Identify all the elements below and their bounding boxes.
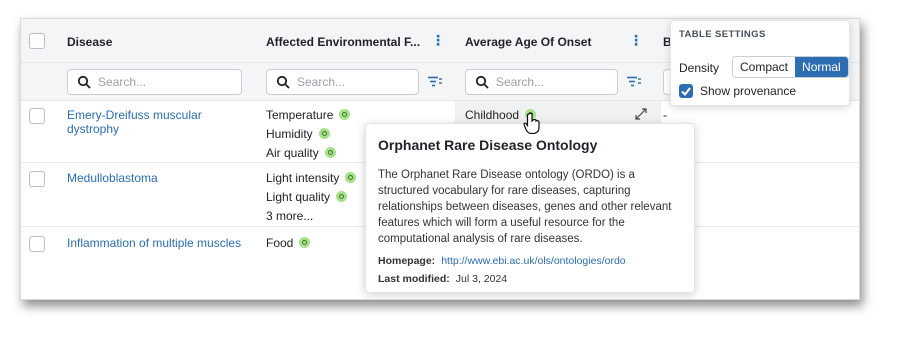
modified-value: Jul 3, 2024 bbox=[455, 273, 508, 285]
density-compact-button[interactable]: Compact bbox=[733, 57, 796, 77]
environmental-factor: Air quality bbox=[266, 146, 336, 160]
column-header-environmental[interactable]: Affected Environmental F... bbox=[266, 35, 420, 49]
popover-description: The Orphanet Rare Disease ontology (ORDO… bbox=[378, 169, 672, 245]
factor-label: Humidity bbox=[266, 127, 313, 141]
search-icon bbox=[276, 75, 290, 89]
factor-label: Light intensity bbox=[266, 171, 340, 185]
homepage-label: Homepage: bbox=[378, 255, 436, 267]
column-menu-icon[interactable]: ⋮ bbox=[431, 33, 445, 47]
provenance-dot-icon[interactable] bbox=[345, 172, 357, 183]
environmental-factor: Food bbox=[266, 236, 311, 250]
filter-options-icon[interactable] bbox=[428, 76, 442, 88]
column-header-age-onset[interactable]: Average Age Of Onset bbox=[465, 35, 591, 49]
search-icon bbox=[77, 75, 91, 89]
search-icon bbox=[475, 75, 489, 89]
environmental-factor: Light intensity bbox=[266, 171, 357, 185]
column-menu-icon[interactable]: ⋮ bbox=[629, 33, 643, 47]
provenance-dot-icon[interactable] bbox=[318, 128, 330, 139]
row-checkbox[interactable] bbox=[29, 108, 45, 124]
column-header-disease[interactable]: Disease bbox=[67, 35, 112, 49]
provenance-dot-icon[interactable] bbox=[339, 109, 351, 120]
popover-last-modified: Last modified: Jul 3, 2024 bbox=[378, 273, 682, 285]
screenshot-stage: Disease Affected Environmental F... ⋮ Av… bbox=[0, 0, 900, 340]
table-settings-panel: TABLE SETTINGS Density Compact Normal Sh… bbox=[670, 20, 850, 106]
factor-label: Air quality bbox=[266, 146, 319, 160]
disease-link[interactable]: Inflammation of multiple muscles bbox=[67, 236, 267, 250]
filter-options-icon[interactable] bbox=[627, 76, 641, 88]
provenance-dot-icon[interactable] bbox=[336, 191, 348, 202]
disease-link[interactable]: Medulloblastoma bbox=[67, 171, 237, 185]
environmental-factor: Humidity bbox=[266, 127, 330, 141]
checkmark-icon bbox=[681, 87, 691, 97]
disease-link[interactable]: Emery-Dreifuss muscular dystrophy bbox=[67, 108, 237, 136]
factor-label: Temperature bbox=[266, 108, 334, 122]
row-checkbox[interactable] bbox=[29, 171, 45, 187]
ontology-popover: Orphanet Rare Disease Ontology The Orpha… bbox=[365, 123, 695, 293]
factor-label: Food bbox=[266, 236, 294, 250]
more-factors-link[interactable]: 3 more... bbox=[266, 209, 313, 223]
popover-title: Orphanet Rare Disease Ontology bbox=[378, 137, 598, 153]
partial-cell-value: - bbox=[663, 108, 667, 122]
search-input-disease[interactable] bbox=[67, 69, 242, 95]
row-checkbox[interactable] bbox=[29, 236, 45, 252]
show-provenance-label: Show provenance bbox=[700, 84, 797, 98]
provenance-dot-icon[interactable] bbox=[324, 147, 336, 158]
modified-label: Last modified: bbox=[378, 273, 450, 285]
onset-label: Childhood bbox=[465, 108, 520, 122]
factor-label: Light quality bbox=[266, 190, 331, 204]
homepage-link[interactable]: http://www.ebi.ac.uk/ols/ontologies/ordo bbox=[441, 255, 625, 267]
show-provenance-checkbox[interactable] bbox=[679, 84, 693, 98]
provenance-dot-icon[interactable] bbox=[299, 237, 311, 248]
density-normal-button[interactable]: Normal bbox=[795, 57, 848, 77]
environmental-factor: Temperature bbox=[266, 108, 351, 122]
hand-pointer-icon bbox=[523, 112, 540, 134]
density-label: Density bbox=[679, 61, 720, 75]
density-toggle: Compact Normal bbox=[732, 56, 849, 78]
expand-icon[interactable] bbox=[635, 108, 647, 120]
select-all-checkbox[interactable] bbox=[29, 33, 45, 49]
popover-homepage: Homepage: http://www.ebi.ac.uk/ols/ontolo… bbox=[378, 255, 682, 267]
settings-title: TABLE SETTINGS bbox=[679, 29, 766, 40]
environmental-factor: Light quality bbox=[266, 190, 348, 204]
